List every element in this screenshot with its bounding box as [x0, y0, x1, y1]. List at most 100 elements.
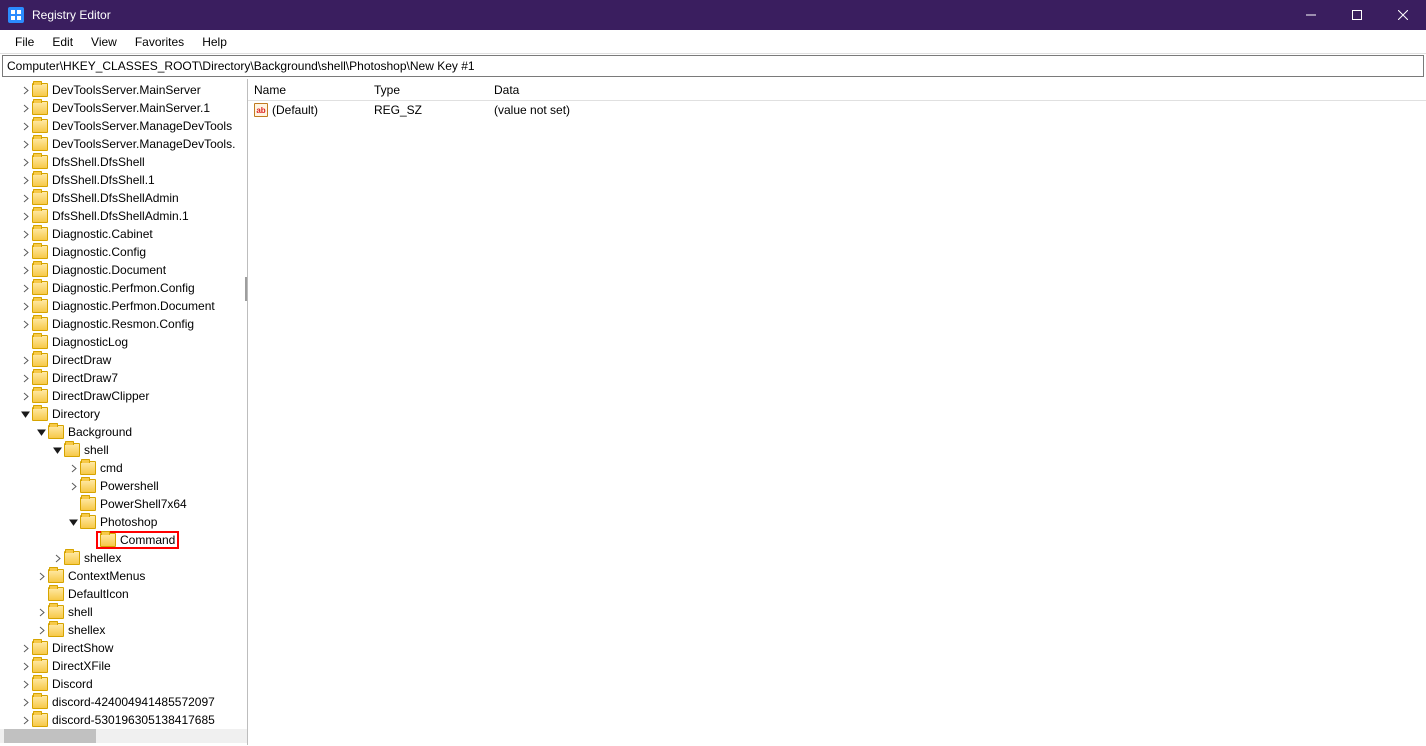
column-data[interactable]: Data [488, 83, 1426, 97]
main-split: DevToolsServer.MainServerDevToolsServer.… [0, 79, 1426, 745]
tree-item-powershell7x64[interactable]: PowerShell7x64 [0, 495, 247, 513]
tree-item-powershell[interactable]: Powershell [0, 477, 247, 495]
tree-item-DfsShell.DfsShell[interactable]: DfsShell.DfsShell [0, 153, 247, 171]
close-button[interactable] [1380, 0, 1426, 30]
expand-icon[interactable] [18, 389, 32, 403]
collapse-icon[interactable] [18, 407, 32, 421]
folder-icon [32, 83, 48, 97]
tree-item-Diagnostic.Config[interactable]: Diagnostic.Config [0, 243, 247, 261]
tree-item-DirectShow[interactable]: DirectShow [0, 639, 247, 657]
tree-item-dir-shell[interactable]: shell [0, 603, 247, 621]
tree-item-DirectDrawClipper[interactable]: DirectDrawClipper [0, 387, 247, 405]
expand-icon[interactable] [18, 317, 32, 331]
expand-icon[interactable] [18, 371, 32, 385]
expand-icon[interactable] [18, 281, 32, 295]
tree-item-DevToolsServer.MainServer[interactable]: DevToolsServer.MainServer [0, 81, 247, 99]
expand-icon[interactable] [34, 605, 48, 619]
expand-icon[interactable] [18, 245, 32, 259]
tree-label: Diagnostic.Resmon.Config [52, 317, 194, 331]
menu-favorites[interactable]: Favorites [126, 32, 193, 52]
folder-icon [64, 551, 80, 565]
scrollbar-thumb[interactable] [4, 729, 96, 743]
expand-icon[interactable] [66, 461, 80, 475]
tree-item-bg-shellex[interactable]: shellex [0, 549, 247, 567]
tree-item-DiagnosticLog[interactable]: DiagnosticLog [0, 333, 247, 351]
value-row[interactable]: ab (Default) REG_SZ (value not set) [248, 101, 1426, 119]
folder-icon [32, 659, 48, 673]
expand-icon[interactable] [66, 479, 80, 493]
values-list[interactable]: ab (Default) REG_SZ (value not set) [248, 101, 1426, 745]
tree-label: Diagnostic.Perfmon.Config [52, 281, 195, 295]
folder-icon [48, 425, 64, 439]
expand-icon[interactable] [18, 137, 32, 151]
expand-icon[interactable] [18, 173, 32, 187]
tree-item-photoshop[interactable]: Photoshop [0, 513, 247, 531]
expand-icon[interactable] [18, 695, 32, 709]
tree-item-defaulticon[interactable]: DefaultIcon [0, 585, 247, 603]
tree-item-DirectDraw7[interactable]: DirectDraw7 [0, 369, 247, 387]
window-controls [1288, 0, 1426, 30]
tree-item-DirectDraw[interactable]: DirectDraw [0, 351, 247, 369]
expand-icon[interactable] [34, 569, 48, 583]
column-type[interactable]: Type [368, 83, 488, 97]
tree-horizontal-scrollbar[interactable] [0, 729, 247, 743]
expand-icon[interactable] [18, 83, 32, 97]
tree-item-directory[interactable]: Directory [0, 405, 247, 423]
expand-icon[interactable] [18, 713, 32, 727]
tree-item-discord-424004941485572097[interactable]: discord-424004941485572097 [0, 693, 247, 711]
highlighted-key: Command [96, 531, 179, 549]
tree-item-discord-530196305138417685[interactable]: discord-530196305138417685 [0, 711, 247, 729]
tree-item-DirectXFile[interactable]: DirectXFile [0, 657, 247, 675]
tree-item-cmd[interactable]: cmd [0, 459, 247, 477]
tree-item-command[interactable]: Command [0, 531, 247, 549]
expand-icon[interactable] [18, 101, 32, 115]
tree-item-DevToolsServer.ManageDevTools.[interactable]: DevToolsServer.ManageDevTools. [0, 135, 247, 153]
tree-pane[interactable]: DevToolsServer.MainServerDevToolsServer.… [0, 79, 248, 745]
tree-item-Diagnostic.Cabinet[interactable]: Diagnostic.Cabinet [0, 225, 247, 243]
tree-item-Diagnostic.Document[interactable]: Diagnostic.Document [0, 261, 247, 279]
column-name[interactable]: Name [248, 83, 368, 97]
tree-item-background[interactable]: Background [0, 423, 247, 441]
menu-file[interactable]: File [6, 32, 43, 52]
tree-resize-handle[interactable] [245, 277, 247, 301]
expand-icon[interactable] [18, 191, 32, 205]
tree-item-Diagnostic.Resmon.Config[interactable]: Diagnostic.Resmon.Config [0, 315, 247, 333]
address-bar[interactable]: Computer\HKEY_CLASSES_ROOT\Directory\Bac… [2, 55, 1424, 77]
maximize-button[interactable] [1334, 0, 1380, 30]
collapse-icon[interactable] [50, 443, 64, 457]
tree-item-Discord[interactable]: Discord [0, 675, 247, 693]
expand-icon[interactable] [18, 641, 32, 655]
menu-help[interactable]: Help [193, 32, 236, 52]
expand-icon[interactable] [18, 119, 32, 133]
minimize-button[interactable] [1288, 0, 1334, 30]
menu-view[interactable]: View [82, 32, 126, 52]
menu-edit[interactable]: Edit [43, 32, 82, 52]
tree-item-shell[interactable]: shell [0, 441, 247, 459]
expand-icon[interactable] [18, 659, 32, 673]
tree-item-DfsShell.DfsShell.1[interactable]: DfsShell.DfsShell.1 [0, 171, 247, 189]
folder-icon [100, 533, 116, 547]
tree-label: Command [120, 533, 175, 547]
tree-item-DfsShell.DfsShellAdmin[interactable]: DfsShell.DfsShellAdmin [0, 189, 247, 207]
expand-icon[interactable] [50, 551, 64, 565]
tree-label: DfsShell.DfsShell.1 [52, 173, 155, 187]
expand-icon[interactable] [34, 623, 48, 637]
expand-icon[interactable] [18, 209, 32, 223]
expand-icon[interactable] [18, 299, 32, 313]
tree-item-contextmenus[interactable]: ContextMenus [0, 567, 247, 585]
expand-icon[interactable] [18, 353, 32, 367]
tree-item-Diagnostic.Perfmon.Document[interactable]: Diagnostic.Perfmon.Document [0, 297, 247, 315]
value-name: (Default) [272, 103, 318, 117]
tree-item-DfsShell.DfsShellAdmin.1[interactable]: DfsShell.DfsShellAdmin.1 [0, 207, 247, 225]
tree-item-dir-shellex[interactable]: shellex [0, 621, 247, 639]
expand-icon[interactable] [18, 155, 32, 169]
tree-item-DevToolsServer.MainServer.1[interactable]: DevToolsServer.MainServer.1 [0, 99, 247, 117]
tree-item-Diagnostic.Perfmon.Config[interactable]: Diagnostic.Perfmon.Config [0, 279, 247, 297]
collapse-icon[interactable] [66, 515, 80, 529]
collapse-icon[interactable] [34, 425, 48, 439]
tree-label: ContextMenus [68, 569, 145, 583]
tree-item-DevToolsServer.ManageDevTools[interactable]: DevToolsServer.ManageDevTools [0, 117, 247, 135]
expand-icon[interactable] [18, 227, 32, 241]
expand-icon[interactable] [18, 263, 32, 277]
expand-icon[interactable] [18, 677, 32, 691]
